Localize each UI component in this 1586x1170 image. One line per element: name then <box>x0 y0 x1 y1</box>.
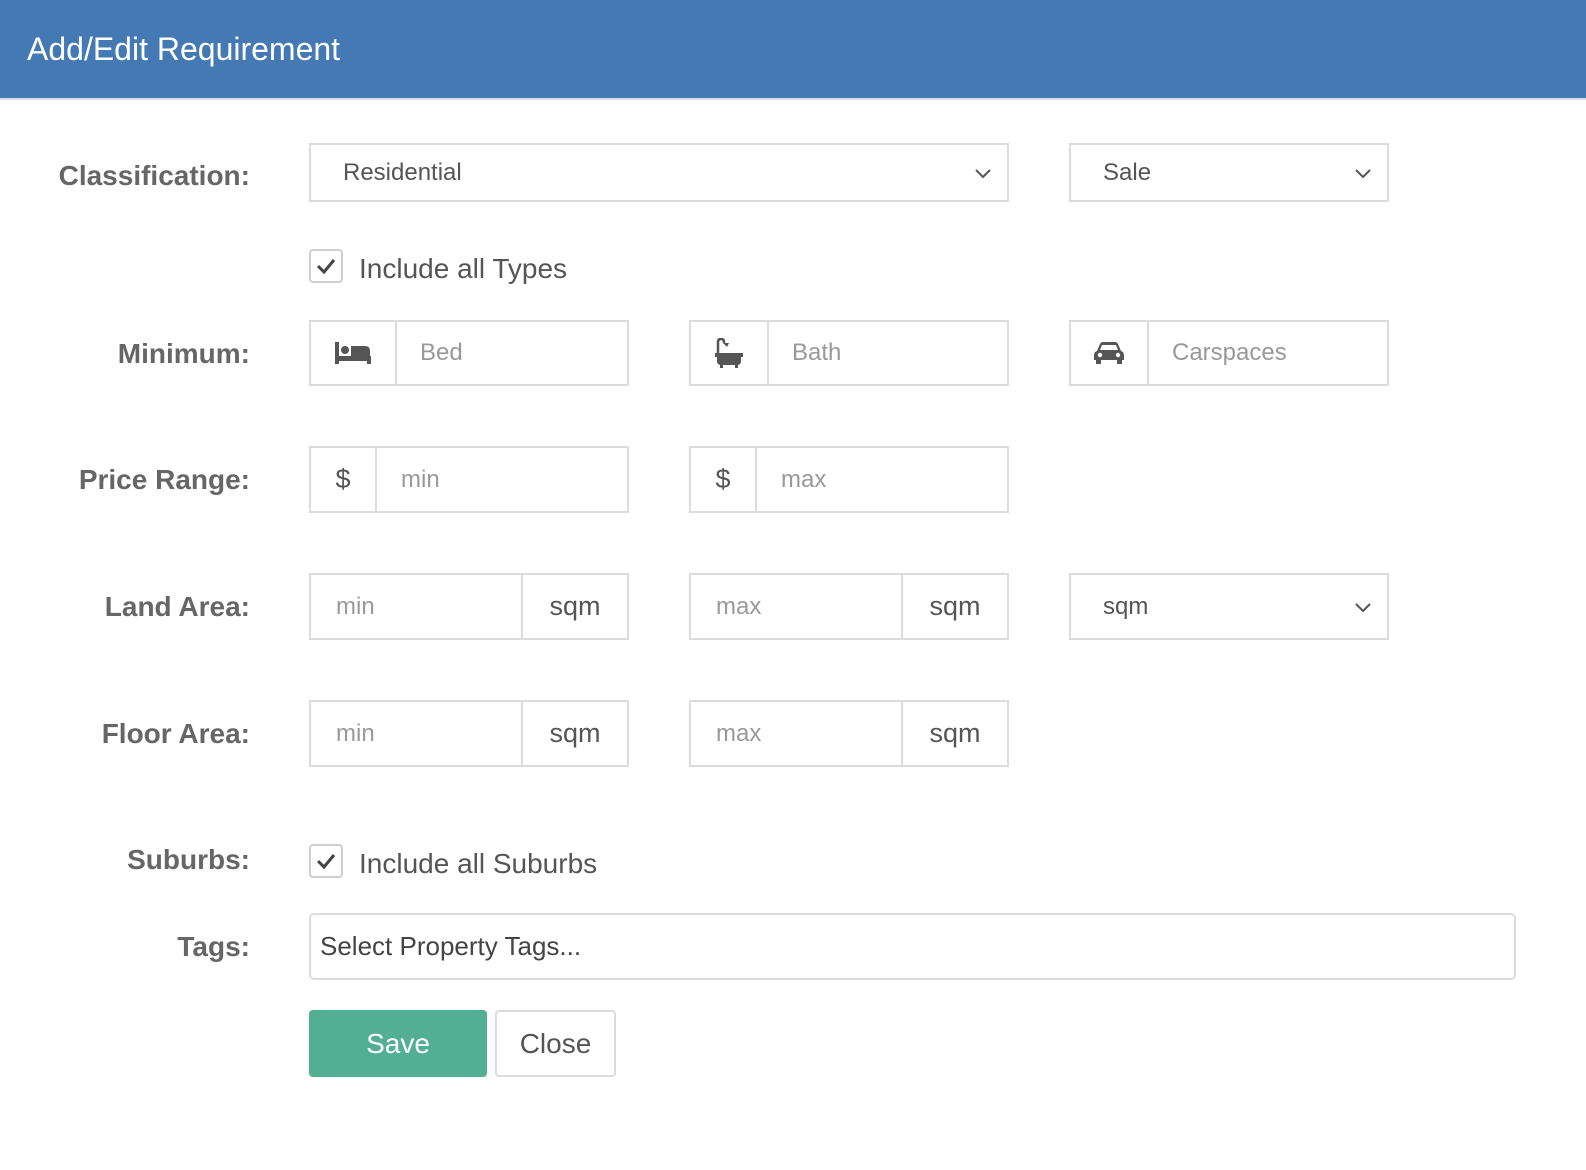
chevron-down-icon <box>1355 603 1371 613</box>
modal-title: Add/Edit Requirement <box>27 31 341 67</box>
classification-label: Classification: <box>58 160 250 191</box>
save-button[interactable]: Save <box>309 1010 487 1077</box>
bath-addon <box>691 322 769 384</box>
modal-header: Add/Edit Requirement <box>0 0 1586 100</box>
check-icon <box>316 259 336 275</box>
include-all-types-label: Include all Types <box>359 253 568 284</box>
bed-icon <box>335 342 371 364</box>
tags-label: Tags: <box>177 931 250 962</box>
land-unit-select[interactable]: sqm <box>1069 573 1389 640</box>
price-min-group: $ min <box>309 446 629 513</box>
bed-input[interactable]: Bed <box>420 322 463 384</box>
bath-input-group: Bath <box>689 320 1009 386</box>
land-min-input[interactable]: min <box>336 575 375 638</box>
bed-addon <box>311 322 397 384</box>
price-min-input[interactable]: min <box>401 448 440 511</box>
currency-addon: $ <box>311 448 377 511</box>
bed-input-group: Bed <box>309 320 629 386</box>
include-all-suburbs-label: Include all Suburbs <box>359 848 598 879</box>
chevron-down-icon <box>1355 169 1371 179</box>
close-button[interactable]: Close <box>495 1010 616 1077</box>
unit-addon: sqm <box>901 575 1007 638</box>
check-icon <box>316 854 336 870</box>
tags-placeholder: Select Property Tags... <box>320 931 582 961</box>
minimum-label: Minimum: <box>117 338 250 369</box>
carspaces-input-group: Carspaces <box>1069 320 1389 386</box>
floor-min-input[interactable]: min <box>336 702 375 765</box>
classification-value: Residential <box>343 159 462 186</box>
bath-icon <box>715 338 743 368</box>
listing-type-value: Sale <box>1103 159 1152 186</box>
car-icon <box>1094 342 1124 364</box>
bath-input[interactable]: Bath <box>792 322 841 384</box>
unit-addon: sqm <box>521 575 627 638</box>
land-max-group: max sqm <box>689 573 1009 640</box>
unit-addon: sqm <box>521 702 627 765</box>
price-range-label: Price Range: <box>78 464 250 495</box>
land-max-input[interactable]: max <box>716 575 761 638</box>
floor-max-group: max sqm <box>689 700 1009 767</box>
car-addon <box>1071 322 1149 384</box>
suburbs-label: Suburbs: <box>127 844 250 875</box>
include-all-suburbs-checkbox[interactable] <box>309 844 343 878</box>
floor-area-label: Floor Area: <box>101 718 250 749</box>
land-area-label: Land Area: <box>104 591 250 622</box>
include-all-types-checkbox[interactable] <box>309 249 343 283</box>
land-min-group: min sqm <box>309 573 629 640</box>
carspaces-input[interactable]: Carspaces <box>1172 322 1287 384</box>
price-max-input[interactable]: max <box>781 448 826 511</box>
listing-type-select[interactable]: Sale <box>1069 143 1389 202</box>
land-unit-value: sqm <box>1103 593 1149 620</box>
currency-addon: $ <box>691 448 757 511</box>
tags-input[interactable]: Select Property Tags... <box>309 913 1516 980</box>
price-max-group: $ max <box>689 446 1009 513</box>
floor-max-input[interactable]: max <box>716 702 761 765</box>
unit-addon: sqm <box>901 702 1007 765</box>
chevron-down-icon <box>975 169 991 179</box>
classification-select[interactable]: Residential <box>309 143 1009 202</box>
floor-min-group: min sqm <box>309 700 629 767</box>
